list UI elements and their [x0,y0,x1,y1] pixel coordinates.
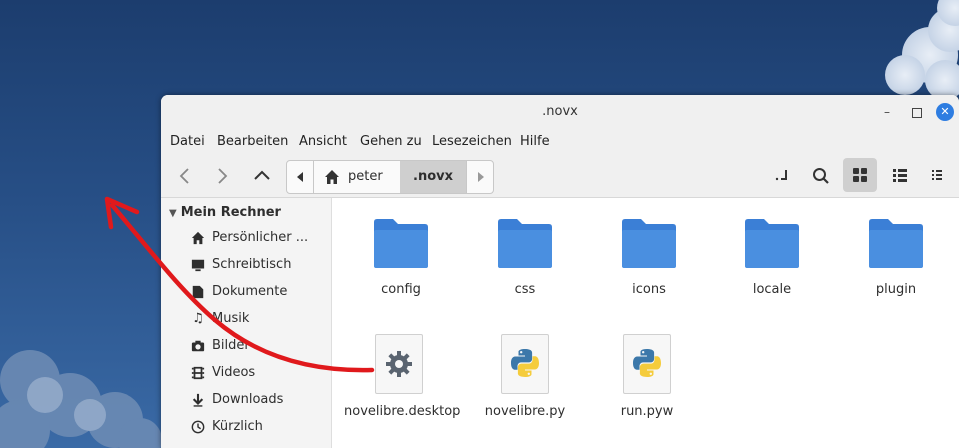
search-button[interactable] [809,164,833,188]
sidebar-section-label: Mein Rechner [180,205,281,220]
python-logo-icon [511,349,539,377]
file-name: novelibre.py [484,404,566,419]
file-manager-window: .novx – ✕ Datei Bearbeiten Ansicht Gehen… [161,95,959,448]
sidebar-item-pictures[interactable]: Bilder [189,332,329,359]
search-icon [813,168,829,184]
music-icon: ♫ [192,311,204,326]
desktop-file-icon [375,334,423,394]
folder-icon [498,219,552,268]
parent-folder-button[interactable] [250,164,274,188]
minimize-button[interactable]: – [878,103,896,121]
compact-view-button[interactable] [921,158,955,192]
close-icon: ✕ [940,105,950,118]
desktop-icon [189,251,207,278]
forward-button[interactable] [210,164,234,188]
home-icon [189,224,207,251]
download-icon [189,386,207,413]
file-item-novelibre-py[interactable]: novelibre.py [470,334,580,419]
breadcrumb-home-label: peter [348,169,383,184]
sidebar-item-label: Schreibtisch [212,257,292,272]
sidebar-item-videos[interactable]: Videos [189,359,329,386]
sidebar-section-header[interactable]: ▼ Mein Rechner [169,205,281,220]
close-button[interactable]: ✕ [936,103,954,121]
breadcrumb-right-button[interactable] [466,161,493,193]
file-item-run-pyw[interactable]: run.pyw [592,334,702,419]
icon-view-button[interactable] [843,158,877,192]
file-name: run.pyw [620,404,674,419]
file-name: locale [752,282,792,297]
location-toggle-button[interactable] [769,164,793,188]
sidebar-item-recent[interactable]: Kürzlich [189,413,329,440]
breadcrumb: peter .novx [286,160,494,194]
chevron-left-icon [179,168,189,184]
file-name: css [514,282,536,297]
sidebar-item-label: Kürzlich [212,419,263,434]
breadcrumb-current[interactable]: .novx [400,161,466,193]
location-entry-icon [775,170,787,181]
sidebar-item-label: Dokumente [212,284,288,299]
grid-icon [853,168,867,182]
film-icon [189,359,207,386]
menu-bookmarks[interactable]: Lesezeichen [432,134,512,149]
chevron-right-icon [218,168,228,184]
triangle-right-icon [478,172,484,182]
python-file-icon [501,334,549,394]
file-item-plugin[interactable]: plugin [841,216,951,297]
clock-icon [189,413,207,440]
maximize-icon [912,107,922,118]
menubar: Datei Bearbeiten Ansicht Gehen zu Leseze… [161,129,959,155]
sidebar-item-label: Downloads [212,392,284,407]
python-file-icon [623,334,671,394]
menu-help[interactable]: Hilfe [520,134,550,149]
breadcrumb-home[interactable]: peter [314,161,400,193]
file-name: config [381,282,421,297]
folder-icon [374,219,428,268]
menu-view[interactable]: Ansicht [299,134,347,149]
documents-icon [189,278,207,305]
breadcrumb-left-button[interactable] [287,161,314,193]
home-icon [325,170,339,184]
sidebar-item-music[interactable]: ♫ Musik [189,305,329,332]
triangle-left-icon [297,172,303,182]
maximize-button[interactable] [908,103,926,121]
file-name: plugin [875,282,917,297]
file-item-css[interactable]: css [470,216,580,297]
menu-go[interactable]: Gehen zu [360,134,422,149]
file-item-locale[interactable]: locale [717,216,827,297]
sidebar-item-documents[interactable]: Dokumente [189,278,329,305]
file-name: novelibre.desktop [344,404,461,419]
menu-file[interactable]: Datei [170,134,205,149]
list-icon [893,169,907,182]
folder-icon [869,219,923,268]
sidebar-item-label: Videos [212,365,256,380]
list-view-button[interactable] [883,158,917,192]
folder-icon [745,219,799,268]
file-name: icons [632,282,666,297]
folder-icon [622,219,676,268]
menu-edit[interactable]: Bearbeiten [217,134,288,149]
chevron-up-icon [254,170,270,180]
titlebar: .novx – ✕ [161,95,959,129]
window-title: .novx [542,104,578,119]
sidebar-item-desktop[interactable]: Schreibtisch [189,251,329,278]
gear-icon [386,351,412,377]
toolbar: peter .novx [161,155,959,198]
file-view: config css icons locale plugin novelibre… [332,198,959,448]
sidebar-item-downloads[interactable]: Downloads [189,386,329,413]
file-item-config[interactable]: config [346,216,456,297]
sidebar-item-home[interactable]: Persönlicher ... [189,224,329,251]
back-button[interactable] [173,164,197,188]
triangle-down-icon: ▼ [169,208,177,219]
compact-list-icon [932,170,942,180]
sidebar: ▼ Mein Rechner Persönlicher ... Schreibti… [161,198,332,448]
python-logo-icon [633,349,661,377]
file-item-novelibre-desktop[interactable]: novelibre.desktop [344,334,461,419]
sidebar-item-label: Persönlicher ... [212,230,309,245]
sidebar-item-label: Bilder [212,338,250,353]
sidebar-item-label: Musik [212,311,250,326]
file-item-icons[interactable]: icons [594,216,704,297]
camera-icon [189,332,207,359]
